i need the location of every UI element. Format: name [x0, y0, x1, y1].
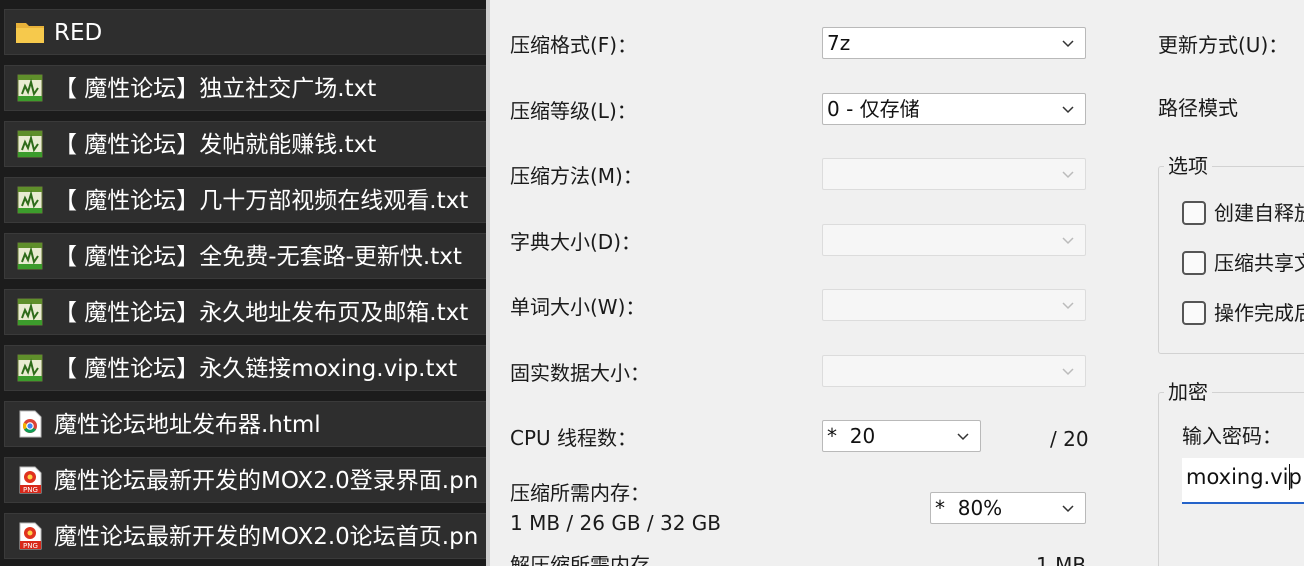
file-name: 【 魔性论坛】独立社交广场.txt — [54, 76, 377, 102]
file-row[interactable]: 【 魔性论坛】永久地址发布页及邮箱.txt — [4, 289, 486, 335]
path-mode-label: 路径模式 — [1158, 96, 1238, 120]
file-row[interactable]: 【 魔性论坛】几十万部视频在线观看.txt — [4, 177, 486, 223]
dictionary-size-label: 字典大小(D)： — [510, 230, 642, 254]
level-label: 压缩等级(L)： — [510, 99, 637, 123]
text-caret — [1289, 464, 1290, 490]
chevron-down-icon — [1062, 302, 1074, 310]
memory-value: 1 MB / 26 GB / 32 GB — [510, 511, 722, 535]
chevron-down-icon — [1062, 40, 1074, 48]
memory-percent-select[interactable]: * 80% — [930, 492, 1086, 524]
method-label: 压缩方法(M)： — [510, 164, 643, 188]
word-size-select[interactable] — [822, 289, 1086, 321]
chevron-down-icon — [1062, 368, 1074, 376]
chevron-down-icon — [1062, 237, 1074, 245]
level-select[interactable]: 0 - 仅存储 — [822, 93, 1086, 125]
delete-after-option-label: 操作完成后 — [1214, 301, 1304, 325]
file-name: 【 魔性论坛】永久链接moxing.vip.txt — [54, 356, 458, 382]
file-row[interactable]: 【 魔性论坛】独立社交广场.txt — [4, 65, 486, 111]
chrome-html-icon — [19, 410, 42, 438]
text-file-icon — [17, 242, 43, 270]
text-file-icon — [17, 130, 43, 158]
level-value: 0 - 仅存储 — [827, 97, 920, 121]
png-file-icon: PNG — [19, 466, 42, 494]
text-file-icon — [17, 354, 43, 382]
chevron-down-icon — [957, 433, 969, 441]
encryption-title: 加密 — [1164, 379, 1212, 405]
folder-icon — [16, 23, 44, 43]
archive-settings-dialog: 压缩格式(F)： 压缩等级(L)： 压缩方法(M)： 字典大小(D)： 单词大小… — [490, 0, 1304, 566]
file-name: 【 魔性论坛】发帖就能赚钱.txt — [54, 132, 377, 158]
file-row[interactable]: PNG 魔性论坛最新开发的MOX2.0登录界面.pn — [4, 457, 486, 503]
file-row[interactable]: 【 魔性论坛】全免费-无套路-更新快.txt — [4, 233, 486, 279]
file-row[interactable]: 【 魔性论坛】发帖就能赚钱.txt — [4, 121, 486, 167]
shared-files-option-label: 压缩共享文件 — [1214, 251, 1304, 275]
file-row[interactable]: 魔性论坛地址发布器.html — [4, 401, 486, 447]
decompress-memory-label: 解压缩所需内存 — [510, 553, 650, 566]
update-mode-label: 更新方式(U)： — [1158, 33, 1289, 57]
delete-after-checkbox[interactable] — [1182, 301, 1206, 325]
memory-percent-value: * 80% — [935, 496, 1003, 520]
cpu-threads-total: / 20 — [1050, 427, 1089, 451]
text-file-icon — [17, 74, 43, 102]
chevron-down-icon — [1062, 171, 1074, 179]
text-file-icon — [17, 186, 43, 214]
options-title: 选项 — [1164, 153, 1212, 179]
sfx-checkbox[interactable] — [1182, 201, 1206, 225]
solid-block-select[interactable] — [822, 355, 1086, 387]
file-name: 魔性论坛最新开发的MOX2.0登录界面.pn — [54, 468, 479, 494]
cpu-threads-value: * 20 — [827, 424, 876, 448]
password-input[interactable]: moxing.vip — [1182, 458, 1304, 504]
file-row[interactable]: PNG 魔性论坛最新开发的MOX2.0论坛首页.pn — [4, 513, 486, 559]
file-explorer-panel: RED 【 魔性论坛】独立社交广场.txt 【 魔性论坛】发帖就能赚钱.txt … — [0, 0, 486, 566]
shared-files-checkbox[interactable] — [1182, 251, 1206, 275]
svg-text:PNG: PNG — [23, 486, 38, 494]
format-value: 7z — [827, 31, 851, 55]
file-name: 【 魔性论坛】几十万部视频在线观看.txt — [54, 188, 469, 214]
format-label: 压缩格式(F)： — [510, 33, 638, 57]
word-size-label: 单词大小(W)： — [510, 295, 646, 319]
solid-block-label: 固实数据大小： — [510, 361, 650, 385]
file-row[interactable]: 【 魔性论坛】永久链接moxing.vip.txt — [4, 345, 486, 391]
dictionary-size-select[interactable] — [822, 224, 1086, 256]
file-name: 魔性论坛地址发布器.html — [54, 412, 321, 438]
chevron-down-icon — [1062, 106, 1074, 114]
memory-label: 压缩所需内存： — [510, 481, 650, 505]
file-name: RED — [54, 20, 103, 46]
file-name: 【 魔性论坛】永久地址发布页及邮箱.txt — [54, 300, 469, 326]
file-row-folder-red[interactable]: RED — [4, 9, 486, 55]
cpu-threads-select[interactable]: * 20 — [822, 420, 981, 452]
file-name: 【 魔性论坛】全免费-无套路-更新快.txt — [54, 244, 462, 270]
password-value: moxing.vip — [1186, 465, 1302, 489]
cpu-threads-label: CPU 线程数： — [510, 426, 638, 450]
file-name: 魔性论坛最新开发的MOX2.0论坛首页.pn — [54, 524, 479, 550]
sfx-option-label: 创建自释放 — [1214, 201, 1304, 225]
password-label: 输入密码： — [1182, 424, 1282, 448]
format-select[interactable]: 7z — [822, 27, 1086, 59]
chevron-down-icon — [1062, 505, 1074, 513]
png-file-icon: PNG — [19, 522, 42, 550]
method-select[interactable] — [822, 158, 1086, 190]
svg-text:PNG: PNG — [23, 542, 38, 550]
decompress-memory-value: 1 MB — [1036, 553, 1087, 566]
text-file-icon — [17, 298, 43, 326]
